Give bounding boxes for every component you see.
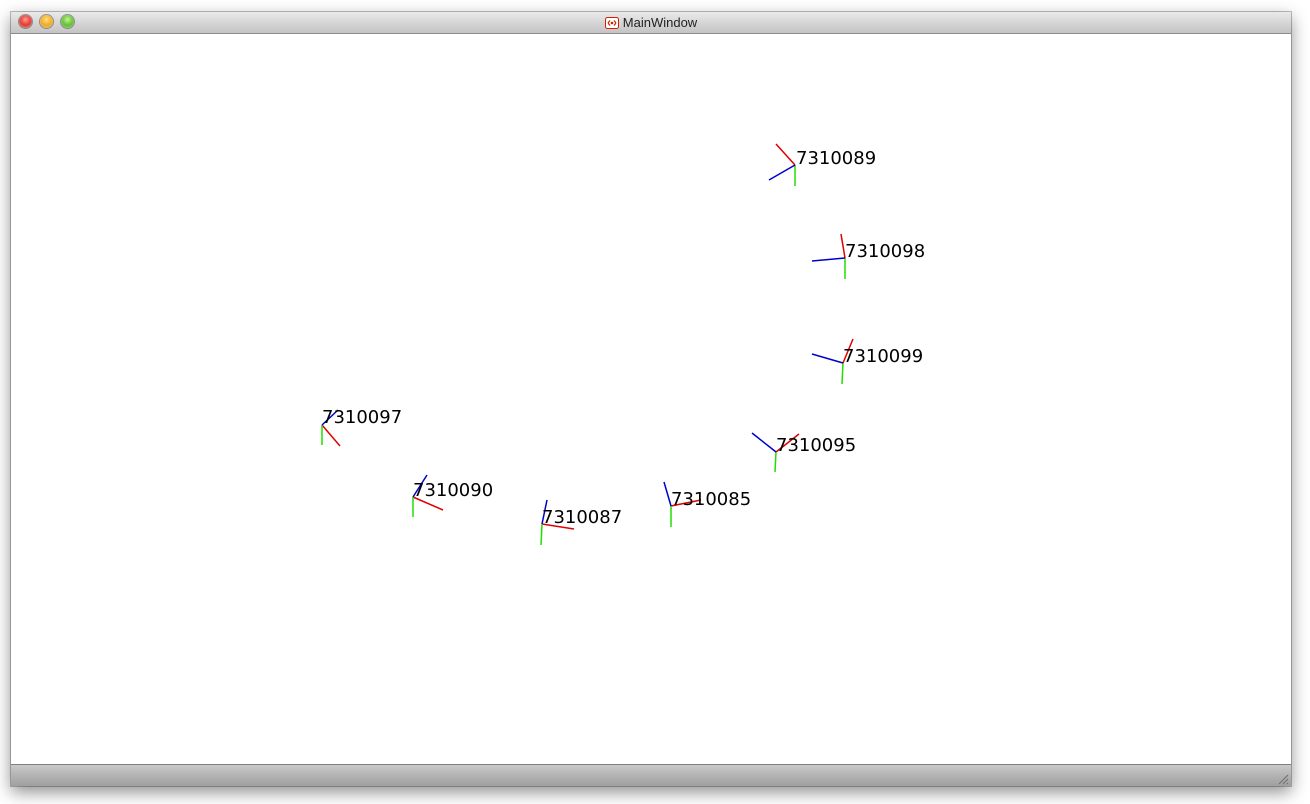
marker-frame: 7310085 bbox=[663, 481, 751, 527]
status-bar bbox=[11, 764, 1291, 786]
marker-frame: 7310097 bbox=[321, 407, 402, 447]
marker-label: 7310090 bbox=[413, 480, 493, 501]
x-axis-line bbox=[321, 424, 341, 447]
x-axis-line bbox=[775, 143, 796, 166]
marker-label: 7310085 bbox=[671, 489, 751, 510]
marker-frame: 7310095 bbox=[751, 432, 856, 473]
app-icon bbox=[604, 16, 619, 29]
window-title: MainWindow bbox=[622, 15, 698, 30]
marker-label: 7310098 bbox=[845, 241, 925, 262]
marker-frame: 7310099 bbox=[811, 338, 923, 385]
title-bar[interactable]: MainWindow bbox=[11, 12, 1291, 34]
marker-frame: 7310089 bbox=[768, 143, 876, 186]
marker-label: 7310099 bbox=[843, 346, 923, 367]
main-window: MainWindow 7310089 7310098 7310099 73100… bbox=[11, 12, 1291, 786]
marker-label: 7310089 bbox=[796, 148, 876, 169]
marker-frame: 7310090 bbox=[412, 474, 493, 517]
marker-scene: 7310089 7310098 7310099 7310097 7310095 … bbox=[321, 143, 925, 546]
z-axis-line bbox=[811, 353, 844, 364]
resize-grip-icon[interactable] bbox=[1277, 773, 1289, 785]
zoom-window-button[interactable] bbox=[61, 15, 74, 28]
marker-label: 7310097 bbox=[322, 407, 402, 428]
marker-frame: 7310087 bbox=[540, 499, 622, 546]
z-axis-line bbox=[768, 164, 796, 181]
z-axis-line bbox=[811, 257, 846, 262]
z-axis-line bbox=[663, 481, 672, 507]
viewport-canvas[interactable]: 7310089 7310098 7310099 7310097 7310095 … bbox=[11, 34, 1291, 764]
marker-frame: 7310098 bbox=[811, 233, 925, 279]
marker-label: 7310087 bbox=[542, 507, 622, 528]
z-axis-line bbox=[751, 432, 777, 453]
marker-label: 7310095 bbox=[776, 435, 856, 456]
minimize-window-button[interactable] bbox=[40, 15, 53, 28]
close-window-button[interactable] bbox=[19, 15, 32, 28]
